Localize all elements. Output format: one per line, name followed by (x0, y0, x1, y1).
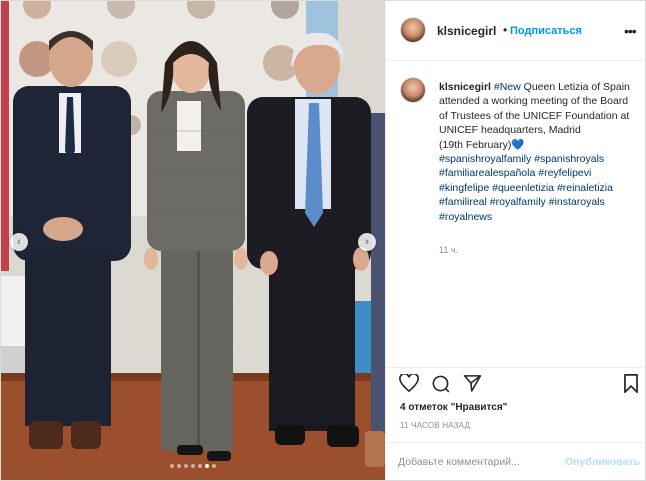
carousel-dot (170, 464, 174, 468)
blue-heart-emoji: 💙 (511, 138, 525, 151)
carousel-dot (184, 464, 188, 468)
caption-avatar[interactable] (400, 77, 426, 103)
carousel-next-arrow[interactable]: › (358, 233, 376, 251)
hashtag-link[interactable]: #royalfamily (490, 196, 546, 208)
carousel-dot (177, 464, 181, 468)
comment-bar: Опубликовать (386, 442, 645, 480)
carousel-indicator (1, 464, 385, 468)
header-separator: • (503, 23, 508, 37)
share-icon[interactable] (463, 374, 482, 392)
carousel-dot (212, 464, 216, 468)
avatar[interactable] (400, 17, 426, 43)
bookmark-icon[interactable] (623, 374, 639, 393)
caption-username[interactable]: klsnicegirl (439, 81, 491, 93)
caption-area: klsnicegirl #New Queen Letizia of Spain … (386, 61, 645, 367)
caption-body: #New Queen Letizia of Spain attended a w… (439, 81, 633, 223)
hashtag-link[interactable]: #royalnews (439, 211, 492, 223)
carousel-prev-arrow[interactable]: ‹ (10, 233, 28, 251)
carousel-dot (198, 464, 202, 468)
hashtag-link[interactable]: #familireal (439, 196, 487, 208)
caption-time-ago: 11 ч. (439, 245, 459, 255)
hashtag-link[interactable]: #New (494, 81, 521, 93)
post-photo[interactable]: ‹ › (1, 1, 385, 480)
hashtag-link[interactable]: #spanishroyals (534, 153, 604, 165)
post-side-panel: klsnicegirl • Подписаться ••• klsnicegir… (385, 1, 645, 480)
action-bar (386, 367, 645, 395)
post-timestamp: 11 ЧАСОВ НАЗАД (400, 421, 471, 430)
carousel-dot (191, 464, 195, 468)
caption-fragment (613, 182, 616, 194)
follow-button[interactable]: Подписаться (510, 25, 582, 37)
comment-icon[interactable] (431, 374, 450, 393)
publish-button[interactable]: Опубликовать (565, 456, 640, 468)
hashtag-link[interactable]: #instaroyals (549, 196, 605, 208)
caption-fragment (605, 196, 608, 208)
hashtag-link[interactable]: #reyfelipevi (538, 167, 591, 179)
heart-icon[interactable] (399, 374, 419, 392)
caption-text: klsnicegirl #New Queen Letizia of Spain … (439, 80, 639, 224)
post-header: klsnicegirl • Подписаться ••• (386, 1, 645, 61)
more-options-icon[interactable]: ••• (624, 23, 637, 39)
photo-illustration (1, 1, 385, 480)
caption-fragment (591, 167, 594, 179)
carousel-dot (205, 464, 209, 468)
hashtag-link[interactable]: #familiarealespañola (439, 167, 535, 179)
likes-count[interactable]: 4 отметок "Нравится" (400, 402, 507, 413)
hashtag-link[interactable]: #queenletizia (492, 182, 554, 194)
hashtag-link[interactable]: #spanishroyalfamily (439, 153, 531, 165)
instagram-post: ‹ › klsnicegirl • Подписаться ••• klsnic… (0, 0, 646, 481)
hashtag-link[interactable]: #reinaletizia (557, 182, 613, 194)
hashtag-link[interactable]: #kingfelipe (439, 182, 489, 194)
comment-input[interactable] (398, 454, 558, 470)
caption-fragment (604, 153, 607, 165)
header-username[interactable]: klsnicegirl (437, 24, 496, 38)
